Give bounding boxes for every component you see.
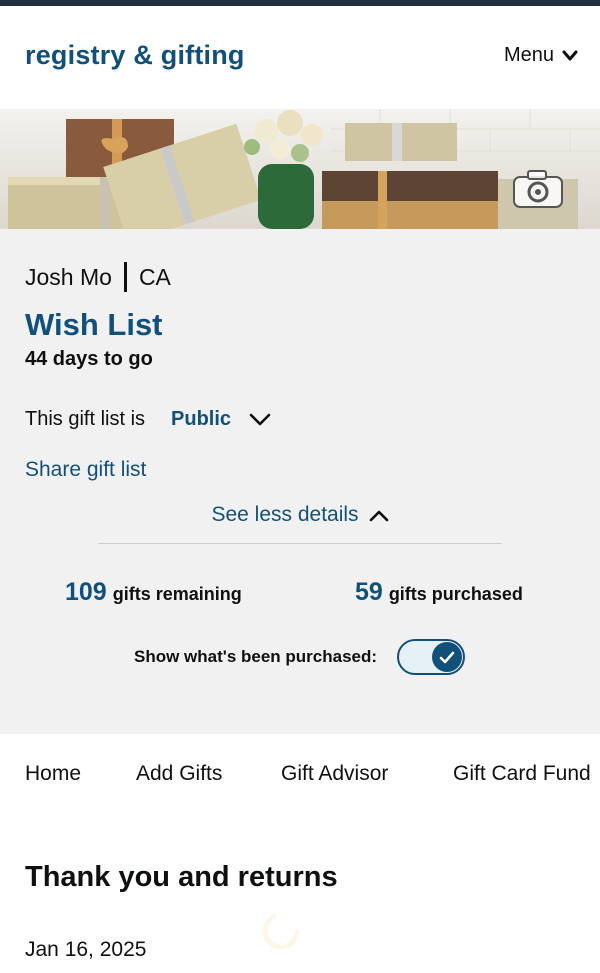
tab-gift-advisor[interactable]: Gift Advisor xyxy=(281,762,388,786)
tab-gift-card-fund[interactable]: Gift Card Fund xyxy=(453,762,591,786)
chevron-up-icon xyxy=(369,510,388,521)
owner-line: Josh Mo CA xyxy=(25,262,171,292)
registry-banner-image xyxy=(0,109,600,229)
privacy-value[interactable]: Public xyxy=(171,408,231,431)
section-date: Jan 16, 2025 xyxy=(25,938,147,961)
gifts-purchased-stat: 59 gifts purchased xyxy=(355,578,523,607)
menu-button[interactable]: Menu xyxy=(504,44,578,67)
owner-region: CA xyxy=(138,263,171,290)
privacy-selector[interactable]: This gift list is Public xyxy=(25,408,271,431)
toggle-knob xyxy=(432,642,463,672)
chevron-down-icon[interactable] xyxy=(249,413,271,427)
gift-boxes-illustration xyxy=(0,109,600,229)
loading-spinner-icon xyxy=(262,912,300,950)
show-purchased-toggle[interactable] xyxy=(397,639,466,675)
tab-home[interactable]: Home xyxy=(25,762,81,786)
purchased-count: 59 xyxy=(355,578,383,606)
privacy-prefix: This gift list is xyxy=(25,408,146,430)
chevron-down-icon xyxy=(562,50,578,60)
tab-add-gifts[interactable]: Add Gifts xyxy=(136,762,222,786)
show-purchased-label: Show what's been purchased: xyxy=(134,647,378,666)
registry-tabs: Home Add Gifts Gift Advisor Gift Card Fu… xyxy=(0,734,600,814)
show-purchased-row: Show what's been purchased: xyxy=(134,639,466,675)
remaining-label: gifts remaining xyxy=(112,584,242,604)
details-divider xyxy=(98,543,502,544)
checkmark-icon xyxy=(439,651,455,663)
see-less-label: See less details xyxy=(211,503,359,526)
purchased-label: gifts purchased xyxy=(388,584,523,604)
list-details-panel: Josh Mo CA Wish List 44 days to go This … xyxy=(0,229,600,734)
camera-icon[interactable] xyxy=(512,169,564,209)
owner-name: Josh Mo xyxy=(25,263,112,290)
see-less-details-toggle[interactable]: See less details xyxy=(0,503,600,527)
site-header: registry & gifting Menu xyxy=(0,6,600,109)
owner-separator xyxy=(123,262,127,292)
section-title: Thank you and returns xyxy=(25,861,338,893)
remaining-count: 109 xyxy=(65,578,107,606)
menu-label: Menu xyxy=(503,44,554,66)
countdown-text: 44 days to go xyxy=(25,348,153,370)
list-title: Wish List xyxy=(25,307,163,342)
gifts-remaining-stat: 109 gifts remaining xyxy=(65,578,242,607)
brand-title[interactable]: registry & gifting xyxy=(25,40,245,71)
share-gift-list-link[interactable]: Share gift list xyxy=(25,458,146,482)
